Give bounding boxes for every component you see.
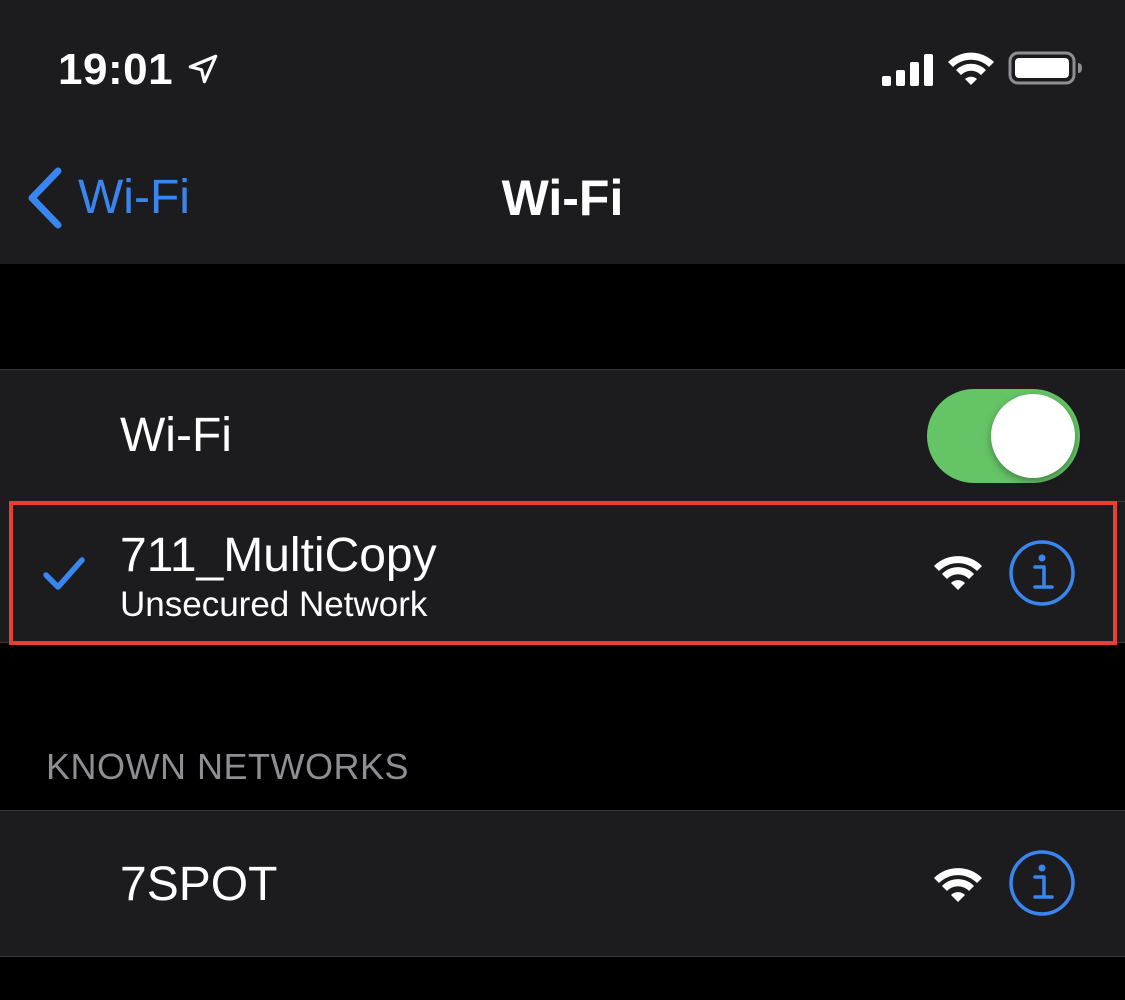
wifi-toggle-row: Wi-Fi bbox=[0, 370, 1125, 502]
location-icon bbox=[188, 54, 218, 84]
wifi-signal-icon bbox=[934, 868, 982, 902]
battery-icon bbox=[1008, 51, 1082, 85]
header-bar: 19:01 Wi-Fi Wi-Fi bbox=[0, 0, 1125, 264]
wifi-icon bbox=[948, 52, 994, 85]
network-name: 7SPOT bbox=[120, 858, 278, 911]
known-network-row[interactable]: 7SPOT bbox=[0, 811, 1125, 956]
info-icon[interactable] bbox=[1008, 849, 1076, 917]
checkmark-icon bbox=[43, 557, 85, 590]
network-security-status: Unsecured Network bbox=[120, 585, 428, 624]
toggle-knob bbox=[991, 394, 1075, 478]
page-title: Wi-Fi bbox=[501, 170, 624, 226]
known-networks-header: KNOWN NETWORKS bbox=[46, 746, 409, 787]
wifi-toggle-label: Wi-Fi bbox=[120, 409, 232, 462]
connected-network-row[interactable]: 711_MultiCopy Unsecured Network bbox=[0, 502, 1125, 642]
cellular-signal-icon bbox=[882, 54, 933, 86]
wifi-settings-screen: 19:01 Wi-Fi Wi-Fi Wi-Fi 711_MultiCopy Un… bbox=[0, 0, 1125, 1000]
status-time: 19:01 bbox=[58, 45, 174, 94]
info-icon[interactable] bbox=[1008, 539, 1076, 607]
network-name: 711_MultiCopy bbox=[120, 529, 437, 582]
known-networks-group: 7SPOT bbox=[0, 810, 1125, 957]
wifi-main-group: Wi-Fi 711_MultiCopy Unsecured Network bbox=[0, 369, 1125, 643]
wifi-signal-icon bbox=[934, 556, 982, 590]
wifi-toggle-switch[interactable] bbox=[927, 389, 1080, 483]
